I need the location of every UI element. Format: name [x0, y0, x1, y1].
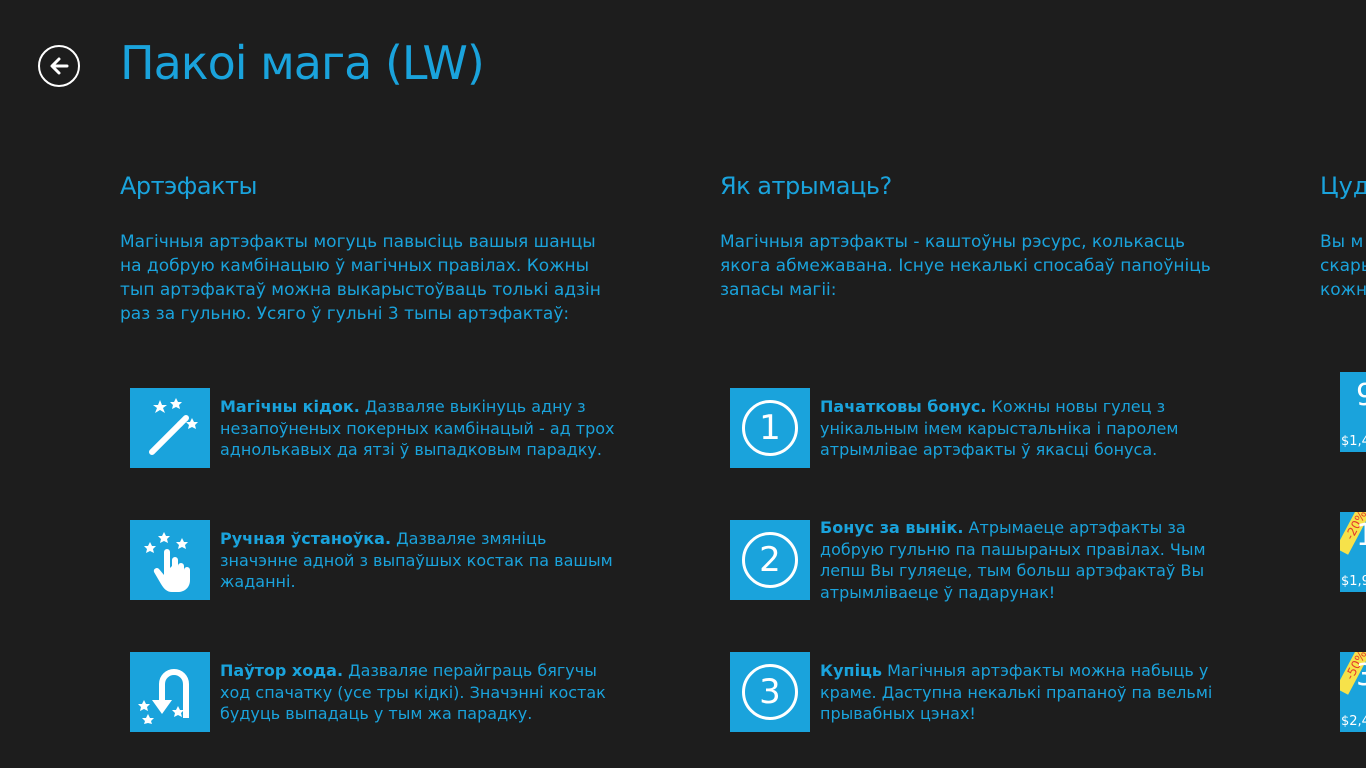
artifact-item-replay: Паўтор хода. Дазваляе перайграць бягучы …	[130, 652, 640, 732]
u-turn-icon	[130, 652, 210, 732]
item-title: Магічны кідок.	[220, 397, 360, 416]
howto-intro: Магічныя артэфакты - каштоўны рэсурс, ко…	[720, 232, 1211, 300]
third-line: кожн	[1320, 280, 1366, 300]
third-heading: Цуд	[1320, 172, 1366, 200]
third-line: Вы м	[1320, 232, 1364, 252]
item-title: Бонус за вынік.	[820, 518, 964, 537]
number-one-icon: 1	[730, 388, 810, 468]
number-three-icon: 3	[730, 652, 810, 732]
howto-item-starting-bonus: 1 Пачатковы бонус. Кожны новы гулец з ун…	[730, 388, 1240, 468]
offer-amount: 1	[1356, 518, 1366, 553]
offer-price: $1,9	[1341, 574, 1366, 589]
offer-tile[interactable]: -20% 1 $1,9	[1340, 512, 1366, 592]
third-line: скарь	[1320, 256, 1366, 276]
howto-item-buy: 3 Купіць Магічныя артэфакты можна набыць…	[730, 652, 1240, 732]
third-section: Цуд Вы м скарь кожн	[1320, 172, 1366, 300]
offer-tile[interactable]: 9 $1,4	[1340, 372, 1366, 452]
number-two-icon: 2	[730, 520, 810, 600]
item-title: Ручная ўстаноўка.	[220, 529, 392, 548]
offer-price: $1,4	[1341, 434, 1366, 449]
hand-sparkle-icon	[130, 520, 210, 600]
artifact-item-magic-roll: Магічны кідок. Дазваляе выкінуць адну з …	[130, 388, 640, 468]
page-title: Пакоі мага (LW)	[120, 36, 485, 90]
artifacts-intro: Магічныя артэфакты могуць павысіць вашыя…	[120, 232, 601, 324]
item-title: Пачатковы бонус.	[820, 397, 987, 416]
artifact-item-manual-set: Ручная ўстаноўка. Дазваляе змяніць значэ…	[130, 520, 640, 600]
item-title: Паўтор хода.	[220, 661, 344, 680]
magic-wand-icon	[130, 388, 210, 468]
offer-amount: 9	[1356, 378, 1366, 413]
artifacts-heading: Артэфакты	[120, 172, 257, 200]
artifacts-section: Артэфакты Магічныя артэфакты могуць павы…	[120, 172, 640, 732]
howto-item-result-bonus: 2 Бонус за вынік. Атрымаеце артэфакты за…	[730, 518, 1240, 602]
offer-amount: 3	[1356, 658, 1366, 693]
back-button[interactable]	[38, 45, 80, 87]
offer-tile[interactable]: -50% 3 $2,4	[1340, 652, 1366, 732]
howto-section: Як атрымаць? Магічныя артэфакты - каштоў…	[720, 172, 1240, 732]
item-title: Купіць	[820, 661, 883, 680]
howto-heading: Як атрымаць?	[720, 172, 892, 200]
arrow-left-icon	[50, 57, 69, 75]
offer-price: $2,4	[1341, 714, 1366, 729]
